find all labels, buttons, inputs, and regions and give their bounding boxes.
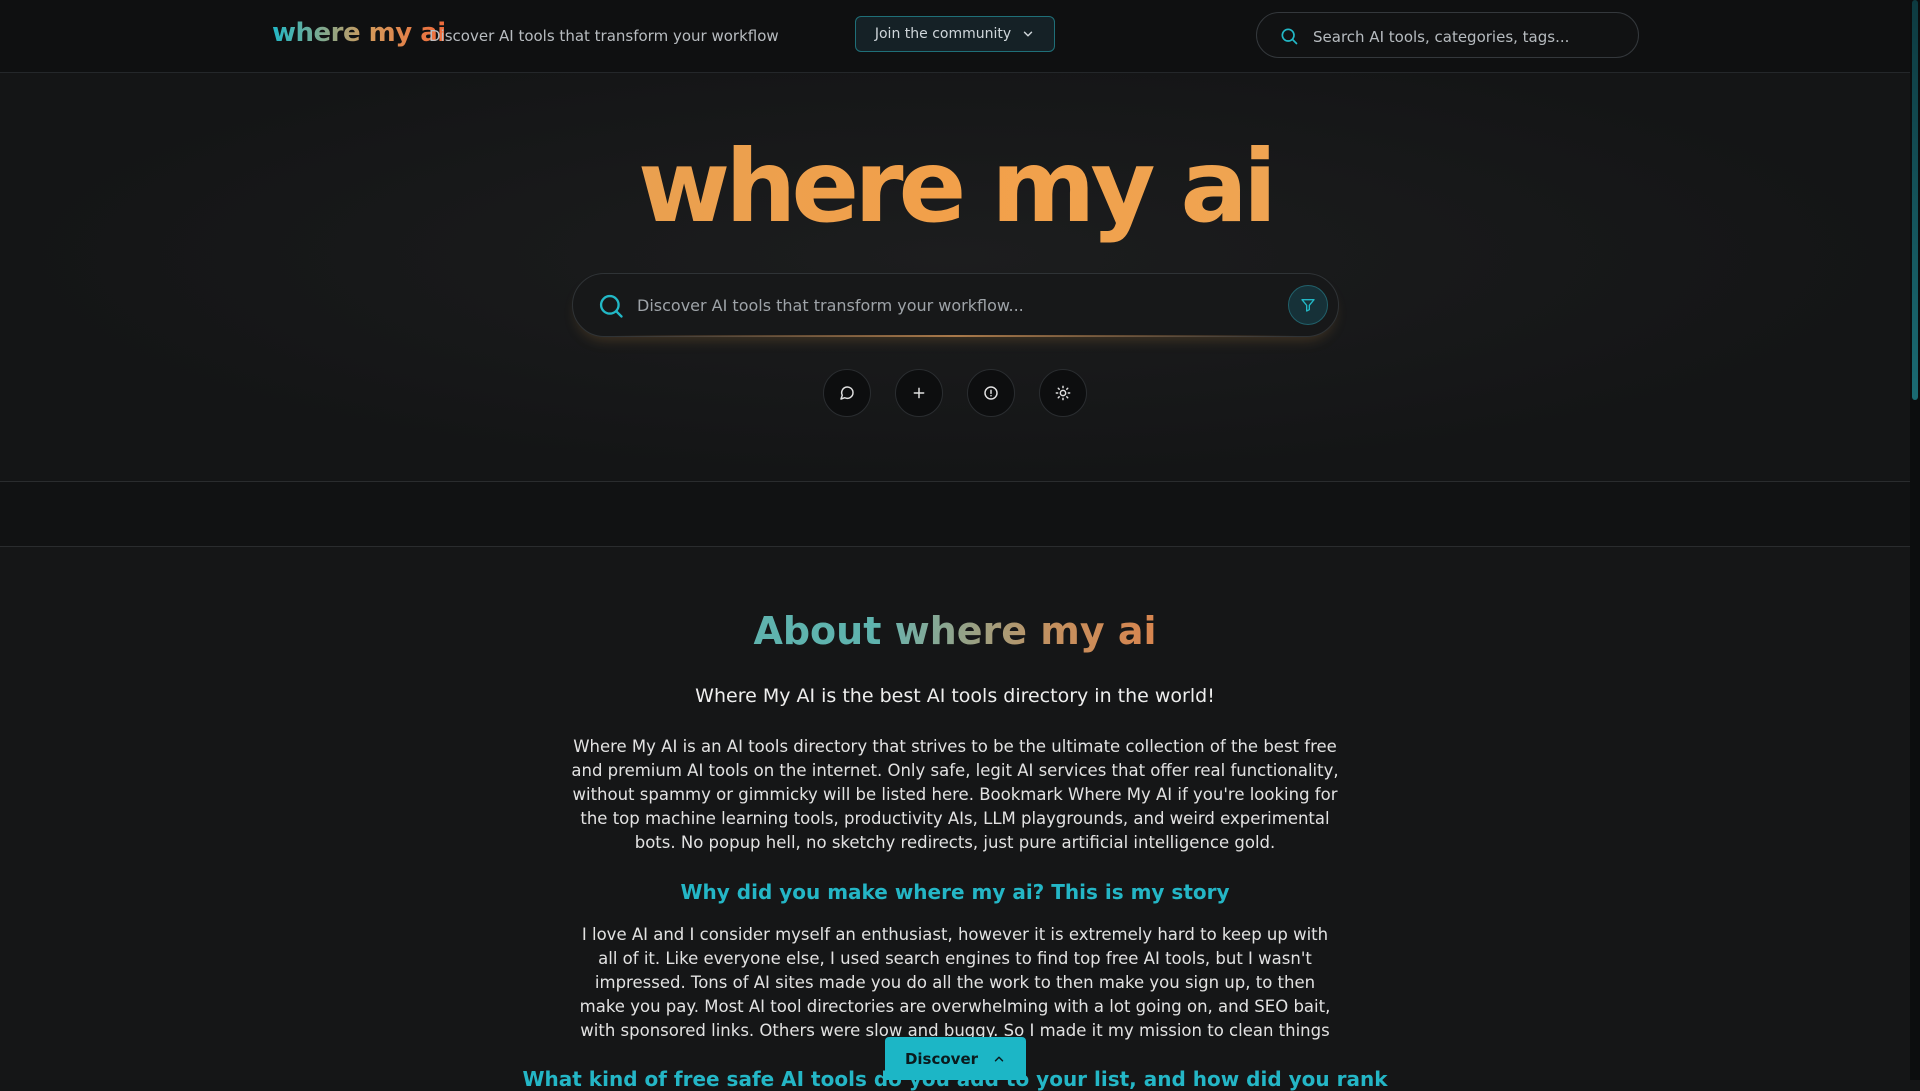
info-button[interactable] [967, 369, 1015, 417]
discover-label: Discover [904, 1049, 979, 1068]
sun-icon [1055, 385, 1071, 401]
about-title-prefix: About [753, 609, 882, 653]
filter-button[interactable] [1288, 285, 1328, 325]
top-header: where my ai Discover AI tools that trans… [0, 0, 1910, 73]
search-icon [1281, 28, 1298, 45]
hero-logo: where my ai [0, 128, 1910, 245]
about-lead: Where My AI is the best AI tools directo… [695, 685, 1215, 707]
about-paragraph-1: Where My AI is an AI tools directory tha… [571, 737, 1339, 852]
plus-icon [913, 387, 925, 399]
chat-button[interactable] [823, 369, 871, 417]
chat-icon [840, 386, 854, 400]
join-community-button[interactable]: Join the community [855, 16, 1055, 52]
hero-action-row [0, 369, 1910, 417]
header-tagline: Discover AI tools that transform your wo… [429, 27, 779, 45]
hero-search-placeholder: Discover AI tools that transform your wo… [637, 296, 1024, 315]
filter-icon [1301, 299, 1315, 312]
info-icon [984, 386, 998, 400]
theme-toggle-button[interactable] [1039, 369, 1087, 417]
search-icon [599, 294, 623, 318]
story-heading: Why did you make where my ai? This is my… [680, 880, 1230, 904]
discover-button[interactable]: Discover [885, 1037, 1026, 1080]
category-strip [0, 482, 1910, 547]
chevron-up-icon [994, 1056, 1004, 1061]
hero-section: where my ai Discover AI tools that trans… [0, 73, 1910, 482]
about-title: About where my ai [0, 609, 1910, 653]
header-search-input[interactable]: Search AI tools, categories, tags... [1256, 12, 1639, 58]
hero-search-input[interactable]: Discover AI tools that transform your wo… [572, 273, 1339, 337]
header-logo[interactable]: where my ai [272, 18, 446, 48]
header-search-placeholder: Search AI tools, categories, tags... [1313, 28, 1570, 46]
about-section: About where my ai Where My AI is the bes… [0, 547, 1910, 1091]
search-glow-line [613, 335, 1298, 337]
about-title-brand: where my ai [894, 609, 1157, 653]
add-tool-button[interactable] [895, 369, 943, 417]
chevron-down-icon [1023, 31, 1033, 37]
scrollbar-thumb[interactable] [1912, 0, 1918, 400]
join-community-label: Join the community [874, 26, 1012, 42]
